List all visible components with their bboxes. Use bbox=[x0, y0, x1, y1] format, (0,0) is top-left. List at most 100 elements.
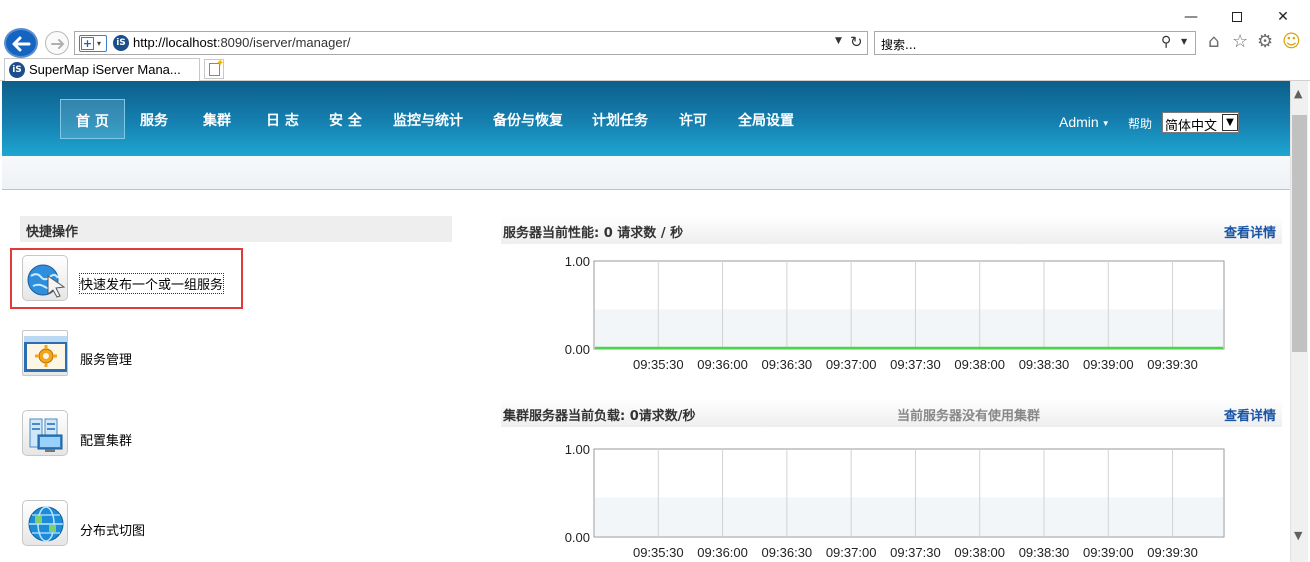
nav-backup[interactable]: 备份与恢复 bbox=[493, 110, 563, 130]
quick-action-distributed-tiles-label[interactable]: 分布式切图 bbox=[80, 520, 145, 539]
search-box[interactable]: 搜索... ⚲ ▼ bbox=[874, 31, 1196, 55]
tab-title: SuperMap iServer Mana... bbox=[29, 62, 181, 77]
minimize-icon[interactable]: — bbox=[1168, 6, 1214, 28]
nav-cluster[interactable]: 集群 bbox=[203, 110, 231, 130]
url-text[interactable]: http://localhost:8090/iserver/manager/ bbox=[133, 35, 351, 50]
address-dropdown-icon[interactable]: ▼ bbox=[835, 36, 842, 46]
x-tick-label: 09:35:30 bbox=[633, 545, 684, 560]
quick-action-cluster-label[interactable]: 配置集群 bbox=[80, 430, 132, 449]
x-tick-label: 09:37:30 bbox=[890, 357, 941, 372]
tab-strip: iS SuperMap iServer Mana... ✦ bbox=[0, 58, 1310, 81]
nav-license[interactable]: 许可 bbox=[679, 110, 707, 130]
y-tick-label: 0.00 bbox=[565, 342, 590, 357]
home-icon[interactable]: ⌂ bbox=[1208, 32, 1219, 52]
globe-publish-icon bbox=[22, 255, 68, 301]
forward-button[interactable] bbox=[45, 31, 69, 55]
x-tick-label: 09:38:30 bbox=[1019, 357, 1070, 372]
nav-monitoring[interactable]: 监控与统计 bbox=[393, 110, 463, 130]
x-tick-label: 09:36:00 bbox=[697, 545, 748, 560]
window-titlebar: — ✕ bbox=[0, 0, 1310, 30]
x-tick-label: 09:37:30 bbox=[890, 545, 941, 560]
settings-gear-icon[interactable]: ⚙ bbox=[1257, 32, 1273, 52]
chevron-down-icon: ▾ bbox=[97, 39, 102, 48]
cluster-load-chart: 09:35:30 09:36:00 09:36:30 09:37:00 09:37:30… bbox=[565, 442, 1225, 560]
compatibility-view-button[interactable]: + ▾ bbox=[79, 35, 107, 52]
quick-action-service-management[interactable]: 服务管理 bbox=[20, 328, 270, 378]
nav-security[interactable]: 安 全 bbox=[329, 110, 362, 130]
app-header: 首 页 服务 集群 日 志 安 全 监控与统计 备份与恢复 计划任务 许可 全局… bbox=[2, 81, 1290, 156]
server-performance-title: 服务器当前性能: 0 请求数 / 秒 bbox=[503, 226, 684, 241]
x-tick-label: 09:38:00 bbox=[954, 545, 1005, 560]
x-tick-label: 09:37:00 bbox=[826, 545, 877, 560]
service-gear-icon bbox=[22, 330, 68, 376]
x-tick-label: 09:39:00 bbox=[1083, 545, 1134, 560]
search-input[interactable]: 搜索... bbox=[881, 36, 916, 53]
tab-supermap[interactable]: iS SuperMap iServer Mana... bbox=[4, 58, 200, 81]
scrollbar-thumb[interactable] bbox=[1292, 115, 1307, 352]
plot-shade bbox=[595, 497, 1223, 536]
cluster-load-title: 集群服务器当前负载: 0请求数/秒 bbox=[503, 409, 696, 424]
plot-shade bbox=[595, 309, 1223, 348]
y-tick-label: 1.00 bbox=[565, 442, 590, 457]
new-tab-button[interactable]: ✦ bbox=[204, 58, 225, 79]
quick-action-publish-label[interactable]: 快速发布一个或一组服务 bbox=[78, 273, 225, 294]
cluster-servers-icon bbox=[22, 410, 68, 456]
sub-toolbar bbox=[2, 156, 1290, 190]
x-tick-label: 09:38:30 bbox=[1019, 545, 1070, 560]
close-icon[interactable]: ✕ bbox=[1260, 6, 1306, 28]
maximize-icon[interactable] bbox=[1214, 6, 1260, 28]
x-tick-label: 09:36:30 bbox=[762, 545, 813, 560]
address-bar[interactable]: + ▾ iS http://localhost:8090/iserver/man… bbox=[74, 31, 868, 55]
search-icon[interactable]: ⚲ bbox=[1161, 34, 1171, 50]
page-viewport: 首 页 服务 集群 日 志 安 全 监控与统计 备份与恢复 计划任务 许可 全局… bbox=[2, 81, 1290, 562]
y-tick-label: 1.00 bbox=[565, 254, 590, 269]
cluster-load-header: 集群服务器当前负载: 0请求数/秒 当前服务器没有使用集群 查看详情 bbox=[501, 399, 1282, 427]
site-favicon-icon: iS bbox=[113, 35, 129, 51]
server-performance-chart: 09:35:30 09:36:00 09:36:30 09:37:00 09:37:30… bbox=[565, 254, 1225, 372]
x-tick-label: 09:37:00 bbox=[826, 357, 877, 372]
arrow-left-icon bbox=[12, 36, 31, 52]
favorites-star-icon[interactable]: ☆ bbox=[1232, 32, 1248, 52]
caret-down-icon: ▼ bbox=[1101, 118, 1110, 128]
x-tick-label: 09:36:00 bbox=[697, 357, 748, 372]
browser-toolbar: + ▾ iS http://localhost:8090/iserver/man… bbox=[0, 28, 1310, 58]
language-select[interactable]: 简体中文 ▼ bbox=[1162, 112, 1239, 134]
scroll-down-icon[interactable]: ▼ bbox=[1294, 529, 1302, 542]
cluster-load-details-link[interactable]: 查看详情 bbox=[1224, 405, 1276, 424]
x-tick-label: 09:39:30 bbox=[1147, 545, 1198, 560]
quick-action-service-management-label[interactable]: 服务管理 bbox=[80, 349, 132, 368]
x-tick-label: 09:39:00 bbox=[1083, 357, 1134, 372]
feedback-smiley-icon[interactable]: ☺ bbox=[1282, 32, 1301, 52]
nav-global-settings[interactable]: 全局设置 bbox=[738, 110, 794, 130]
quick-action-cluster[interactable]: 配置集群 bbox=[20, 408, 270, 458]
sparkle-icon: ✦ bbox=[216, 58, 225, 69]
back-button[interactable] bbox=[4, 28, 38, 58]
refresh-icon[interactable]: ↻ bbox=[850, 33, 863, 51]
server-performance-details-link[interactable]: 查看详情 bbox=[1224, 222, 1276, 241]
x-tick-label: 09:38:00 bbox=[954, 357, 1005, 372]
quick-actions-header: 快捷操作 bbox=[20, 216, 452, 242]
x-tick-label: 09:35:30 bbox=[633, 357, 684, 372]
search-dropdown-icon[interactable]: ▼ bbox=[1181, 37, 1187, 46]
nav-services[interactable]: 服务 bbox=[140, 110, 168, 130]
tab-favicon-icon: iS bbox=[9, 62, 25, 78]
quick-action-publish[interactable]: 快速发布一个或一组服务 bbox=[20, 253, 270, 303]
plus-icon: + bbox=[81, 37, 94, 50]
admin-menu[interactable]: Admin ▼ bbox=[1059, 114, 1110, 130]
distributed-tiles-globe-icon bbox=[22, 500, 68, 546]
chevron-down-icon: ▼ bbox=[1222, 114, 1238, 131]
x-tick-label: 09:39:30 bbox=[1147, 357, 1198, 372]
cluster-load-note: 当前服务器没有使用集群 bbox=[897, 409, 1041, 424]
x-tick-label: 09:36:30 bbox=[762, 357, 813, 372]
arrow-right-icon bbox=[51, 39, 65, 49]
y-tick-label: 0.00 bbox=[565, 530, 590, 545]
quick-actions-title: 快捷操作 bbox=[26, 225, 79, 240]
nav-schedule[interactable]: 计划任务 bbox=[592, 110, 648, 130]
quick-action-distributed-tiles[interactable]: 分布式切图 bbox=[20, 498, 270, 548]
server-performance-header: 服务器当前性能: 0 请求数 / 秒 查看详情 bbox=[501, 216, 1282, 244]
vertical-scrollbar[interactable]: ▲ ▼ bbox=[1290, 81, 1308, 562]
nav-logs[interactable]: 日 志 bbox=[266, 110, 299, 130]
scroll-up-icon[interactable]: ▲ bbox=[1294, 87, 1302, 100]
nav-home[interactable]: 首 页 bbox=[60, 99, 125, 139]
help-link[interactable]: 帮助 bbox=[1128, 115, 1152, 132]
